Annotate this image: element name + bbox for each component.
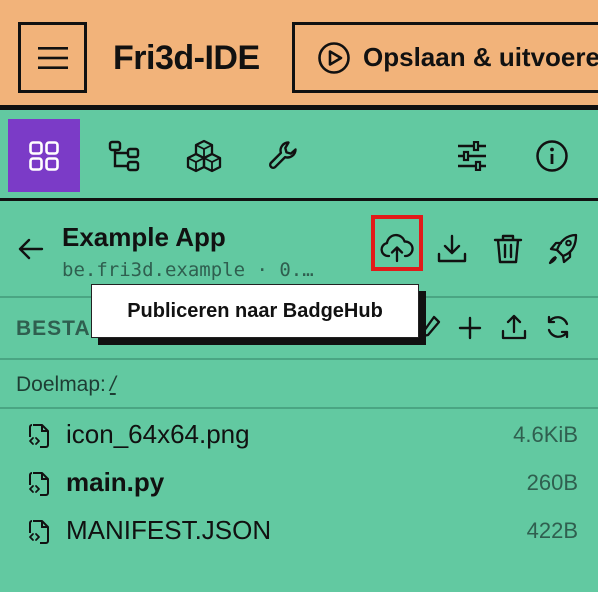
rename-button[interactable] — [420, 314, 442, 340]
tab-packages[interactable] — [179, 131, 229, 181]
file-size: 422B — [526, 518, 578, 543]
file-size: 4.6KiB — [513, 422, 578, 447]
back-button[interactable] — [16, 235, 46, 263]
file-name: MANIFEST.JSON — [66, 515, 272, 545]
app-title: Fri3d-IDE — [113, 39, 260, 77]
pencil-icon — [421, 315, 441, 338]
file-size: 260B — [526, 470, 578, 495]
play-circle-icon — [318, 41, 350, 74]
code-file-icon — [29, 472, 49, 496]
target-folder-label: Doelmap: — [16, 373, 106, 396]
header-divider — [0, 105, 598, 110]
launch-button[interactable] — [547, 232, 579, 266]
tree-structure-icon — [108, 140, 140, 172]
target-divider — [0, 407, 598, 409]
file-row[interactable]: icon_64x64.png 4.6KiB — [0, 412, 598, 458]
tab-apps[interactable] — [8, 119, 80, 192]
trash-icon — [493, 234, 523, 264]
files-section-label: BESTA — [16, 317, 91, 340]
toolbar-divider — [0, 198, 598, 201]
hamburger-icon — [37, 46, 68, 69]
info-icon — [536, 140, 568, 172]
file-row[interactable]: main.py 260B — [0, 460, 598, 506]
info-button[interactable] — [527, 131, 577, 181]
target-folder: Doelmap: / — [16, 373, 116, 397]
sliders-icon — [458, 141, 486, 171]
apps-grid-icon — [29, 140, 59, 171]
project-title: Example App — [62, 222, 226, 252]
save-and-run-label: Opslaan & uitvoeren — [363, 42, 598, 72]
target-folder-path[interactable]: / — [110, 373, 116, 396]
publish-button-highlight — [371, 215, 423, 271]
download-icon — [437, 234, 467, 263]
file-row[interactable]: MANIFEST.JSON 422B — [0, 508, 598, 554]
settings-sliders-button[interactable] — [447, 131, 497, 181]
packages-icon — [186, 139, 222, 173]
new-file-button[interactable] — [457, 315, 483, 341]
download-button[interactable] — [436, 233, 468, 265]
delete-button[interactable] — [493, 233, 523, 265]
refresh-button[interactable] — [544, 313, 572, 341]
upload-button[interactable] — [500, 313, 528, 341]
code-file-icon — [29, 424, 49, 448]
save-and-run-button[interactable]: Opslaan & uitvoeren — [292, 22, 598, 93]
upload-icon — [501, 314, 527, 340]
publish-tooltip: Publiceren naar BadgeHub — [91, 284, 419, 338]
wrench-icon — [269, 141, 297, 169]
file-name: icon_64x64.png — [66, 419, 250, 449]
file-name: main.py — [66, 467, 165, 497]
tab-tools[interactable] — [259, 131, 309, 181]
code-file-icon — [29, 520, 49, 544]
plus-icon — [458, 316, 482, 340]
project-id: be.fri3d.example · 0.… — [62, 259, 314, 281]
arrow-left-icon — [18, 238, 44, 260]
rocket-icon — [548, 233, 578, 265]
refresh-icon — [547, 315, 569, 339]
files-header-divider — [0, 358, 598, 360]
tab-file-tree[interactable] — [99, 131, 149, 181]
menu-button[interactable] — [18, 22, 87, 93]
